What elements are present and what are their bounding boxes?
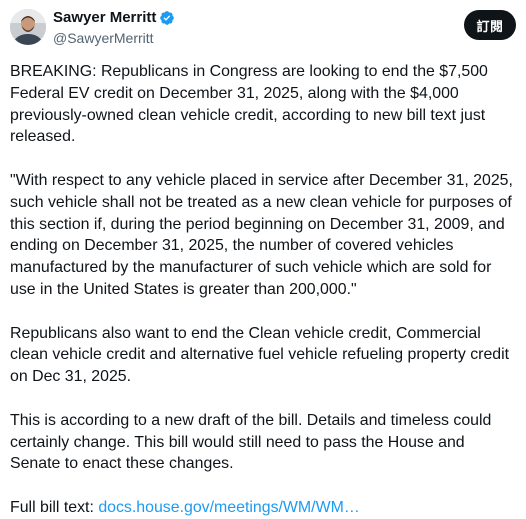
author-info: Sawyer Merritt @SawyerMerritt	[53, 8, 175, 47]
tweet-paragraph: "With respect to any vehicle placed in s…	[10, 171, 513, 298]
subscribe-button[interactable]: 訂閱	[464, 10, 516, 40]
tweet-header: Sawyer Merritt @SawyerMerritt 訂閱	[10, 6, 516, 52]
bill-text-link[interactable]: docs.house.gov/meetings/WM/WM…	[98, 499, 359, 516]
verified-badge-icon[interactable]	[159, 10, 175, 26]
tweet-paragraph: Republicans also want to end the Clean v…	[10, 324, 510, 386]
avatar[interactable]	[10, 9, 46, 45]
tweet-paragraph-link: Full bill text: docs.house.gov/meetings/…	[10, 497, 518, 519]
author-handle[interactable]: @SawyerMerritt	[53, 29, 175, 47]
tweet-text: BREAKING: Republicans in Congress are lo…	[10, 61, 518, 519]
link-prefix: Full bill text:	[10, 498, 99, 516]
author-display-name[interactable]: Sawyer Merritt	[53, 8, 156, 28]
tweet-paragraph: This is according to a new draft of the …	[10, 411, 492, 473]
tweet-paragraph: BREAKING: Republicans in Congress are lo…	[10, 63, 488, 146]
